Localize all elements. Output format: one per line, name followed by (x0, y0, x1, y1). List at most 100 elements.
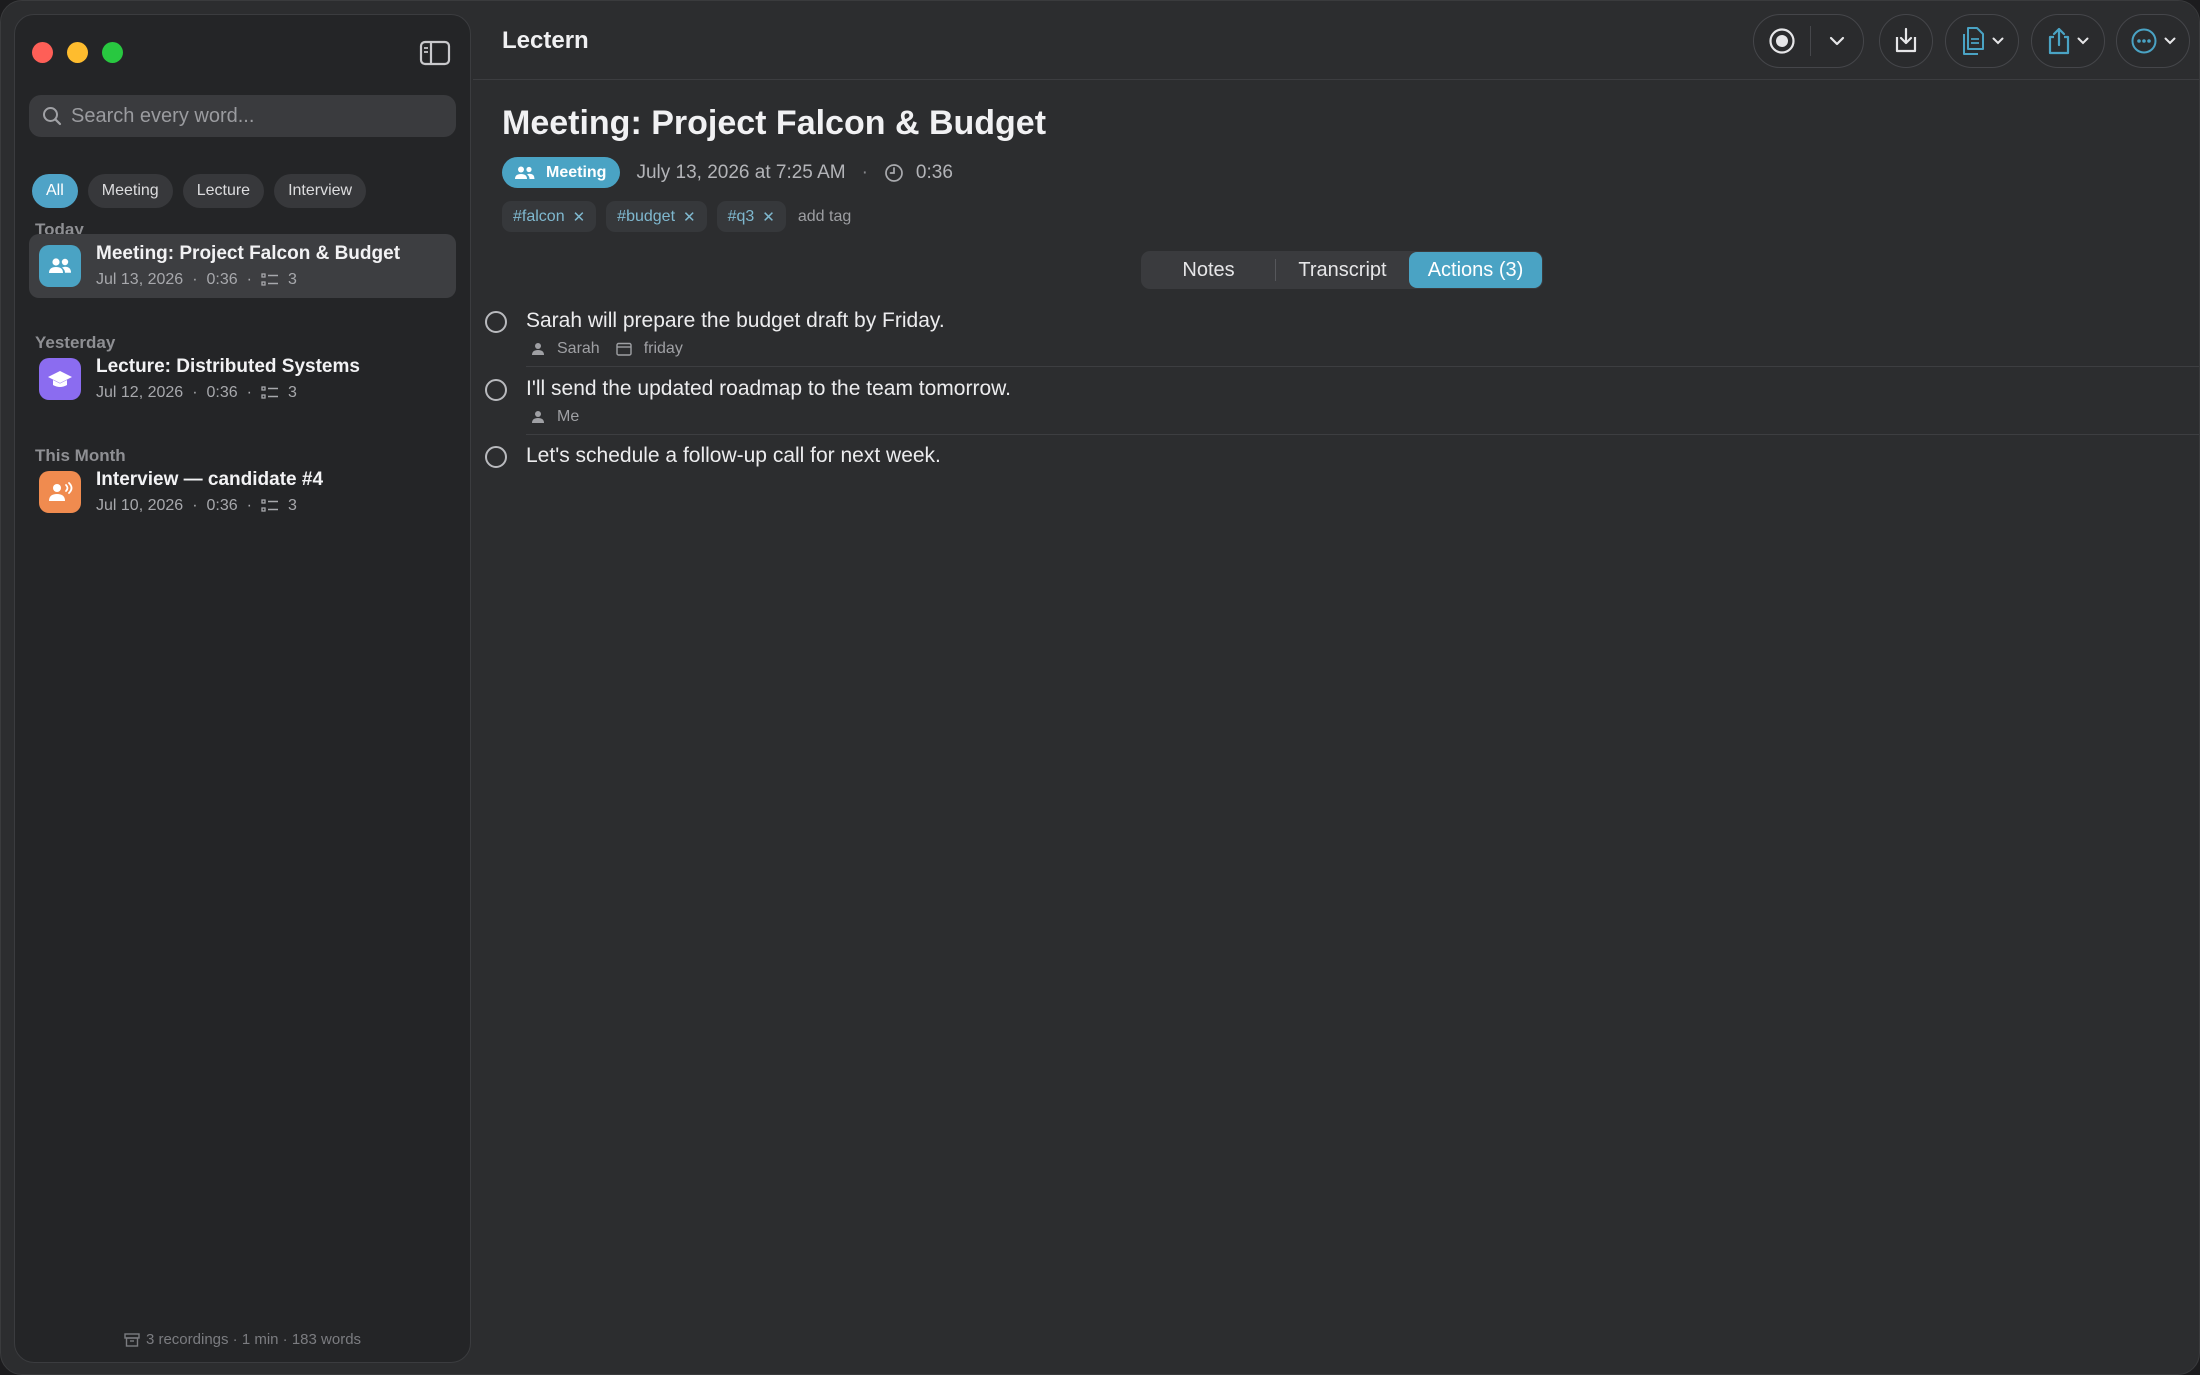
download-icon (1895, 27, 1917, 53)
recording-item-meeting[interactable]: Meeting: Project Falcon & Budget Jul 13,… (29, 234, 456, 298)
checklist-icon (261, 273, 278, 286)
window-controls (32, 42, 123, 63)
action-checkbox[interactable] (485, 446, 507, 468)
filter-meeting[interactable]: Meeting (87, 174, 173, 208)
add-tag-input[interactable]: add tag (798, 208, 851, 226)
copy-icon (1963, 27, 1984, 55)
view-tabs: Notes Transcript Actions (3) (1141, 251, 1543, 289)
recording-title: Meeting: Project Falcon & Budget (96, 243, 401, 264)
more-button[interactable] (2116, 14, 2190, 68)
sidebar-toggle-icon[interactable] (419, 39, 451, 67)
note-meta: Meeting July 13, 2026 at 7:25 AM · 0:36 (502, 157, 953, 188)
search-input[interactable]: Search every word... (29, 95, 456, 137)
footer-stats: 3 recordings · 1 min · 183 words (145, 1331, 362, 1348)
action-assignee[interactable]: Sarah (557, 340, 600, 358)
chevron-down-icon (1992, 37, 2004, 45)
people-icon (39, 245, 81, 287)
tag-chip[interactable]: #q3 ✕ (716, 201, 786, 232)
minimize-window-button[interactable] (67, 42, 88, 63)
record-button-group (1753, 14, 1864, 68)
recording-title: Lecture: Distributed Systems (96, 356, 360, 377)
note-date: July 13, 2026 at 7:25 AM (636, 161, 846, 183)
type-badge[interactable]: Meeting (502, 157, 621, 188)
remove-tag-icon[interactable]: ✕ (762, 208, 775, 226)
action-meta: Me (531, 408, 579, 426)
action-text[interactable]: Sarah will prepare the budget draft by F… (526, 309, 945, 333)
action-checkbox[interactable] (485, 311, 507, 333)
clock-icon (885, 163, 903, 182)
tag-label: #falcon (513, 207, 565, 225)
person-icon (532, 411, 544, 423)
action-item: I'll send the updated roadmap to the tea… (485, 377, 2199, 435)
app-title: Lectern (502, 27, 589, 54)
action-text[interactable]: Let's schedule a follow-up call for next… (526, 444, 941, 468)
action-count: 3 (287, 384, 297, 401)
note-duration: 0:36 (884, 162, 953, 184)
duration-value: 0:36 (915, 161, 953, 183)
chevron-down-icon (1830, 36, 1845, 46)
action-count: 3 (287, 271, 297, 288)
sidebar: Search every word... All Meeting Lecture… (14, 14, 471, 1363)
recording-date: Jul 12, 2026 (96, 384, 184, 401)
filter-chips: All Meeting Lecture Interview (32, 174, 367, 208)
record-button[interactable] (1754, 15, 1810, 67)
tab-notes[interactable]: Notes (1142, 252, 1275, 288)
recording-date: Jul 10, 2026 (96, 497, 184, 514)
speaking-person-icon (39, 471, 81, 513)
copy-button[interactable] (1945, 14, 2019, 68)
meta-separator: · (246, 271, 252, 288)
tag-chip[interactable]: #falcon ✕ (502, 201, 597, 232)
action-checkbox[interactable] (485, 379, 507, 401)
share-button[interactable] (2031, 14, 2105, 68)
action-due[interactable]: friday (644, 340, 683, 358)
meta-separator: · (192, 384, 198, 401)
close-window-button[interactable] (32, 42, 53, 63)
recording-duration: 0:36 (206, 384, 238, 401)
chevron-down-icon (2077, 37, 2089, 45)
tag-label: #budget (617, 207, 676, 225)
checklist-icon (261, 386, 278, 399)
recording-meta: Jul 13, 2026 · 0:36 · 3 (96, 271, 400, 289)
remove-tag-icon[interactable]: ✕ (573, 208, 586, 226)
recording-date: Jul 13, 2026 (96, 271, 184, 288)
recording-item-interview[interactable]: Interview — candidate #4 Jul 10, 2026 · … (29, 460, 456, 524)
action-item: Sarah will prepare the budget draft by F… (485, 309, 2199, 367)
person-icon (532, 343, 544, 355)
tab-transcript[interactable]: Transcript (1276, 252, 1409, 288)
tab-actions[interactable]: Actions (3) (1409, 252, 1542, 288)
zoom-window-button[interactable] (102, 42, 123, 63)
action-item: Let's schedule a follow-up call for next… (485, 444, 2199, 476)
chevron-down-icon (2164, 37, 2176, 45)
share-icon (2048, 27, 2070, 55)
recording-duration: 0:36 (206, 271, 238, 288)
more-icon (2131, 28, 2157, 54)
meta-separator: · (192, 497, 198, 514)
graduation-cap-icon (39, 358, 81, 400)
type-badge-label: Meeting (546, 163, 607, 181)
note-title[interactable]: Meeting: Project Falcon & Budget (502, 104, 1046, 143)
recording-item-lecture[interactable]: Lecture: Distributed Systems Jul 12, 202… (29, 347, 456, 411)
action-text[interactable]: I'll send the updated roadmap to the tea… (526, 377, 1011, 401)
filter-interview[interactable]: Interview (274, 174, 367, 208)
filter-lecture[interactable]: Lecture (182, 174, 265, 208)
action-count: 3 (287, 497, 297, 514)
record-icon (1769, 28, 1795, 54)
recording-title: Interview — candidate #4 (96, 469, 324, 490)
main-pane: Lectern Meeting: Project Falcon & Budget… (473, 1, 2199, 1374)
record-options-button[interactable] (1811, 15, 1863, 67)
filter-all[interactable]: All (32, 174, 78, 208)
import-button[interactable] (1879, 14, 1933, 68)
app-window: Search every word... All Meeting Lecture… (0, 0, 2200, 1375)
tags-row: #falcon ✕ #budget ✕ #q3 ✕ add tag (502, 201, 851, 232)
recording-meta: Jul 10, 2026 · 0:36 · 3 (96, 497, 323, 515)
tag-label: #q3 (727, 207, 755, 225)
toolbar: Lectern (473, 1, 2199, 80)
tag-chip[interactable]: #budget ✕ (606, 201, 707, 232)
action-divider (526, 366, 2199, 367)
action-meta: Sarah friday (531, 340, 683, 358)
recording-meta: Jul 12, 2026 · 0:36 · 3 (96, 384, 360, 402)
action-assignee[interactable]: Me (557, 408, 579, 426)
search-icon (43, 107, 62, 126)
remove-tag-icon[interactable]: ✕ (683, 208, 696, 226)
archive-icon (124, 1332, 140, 1347)
